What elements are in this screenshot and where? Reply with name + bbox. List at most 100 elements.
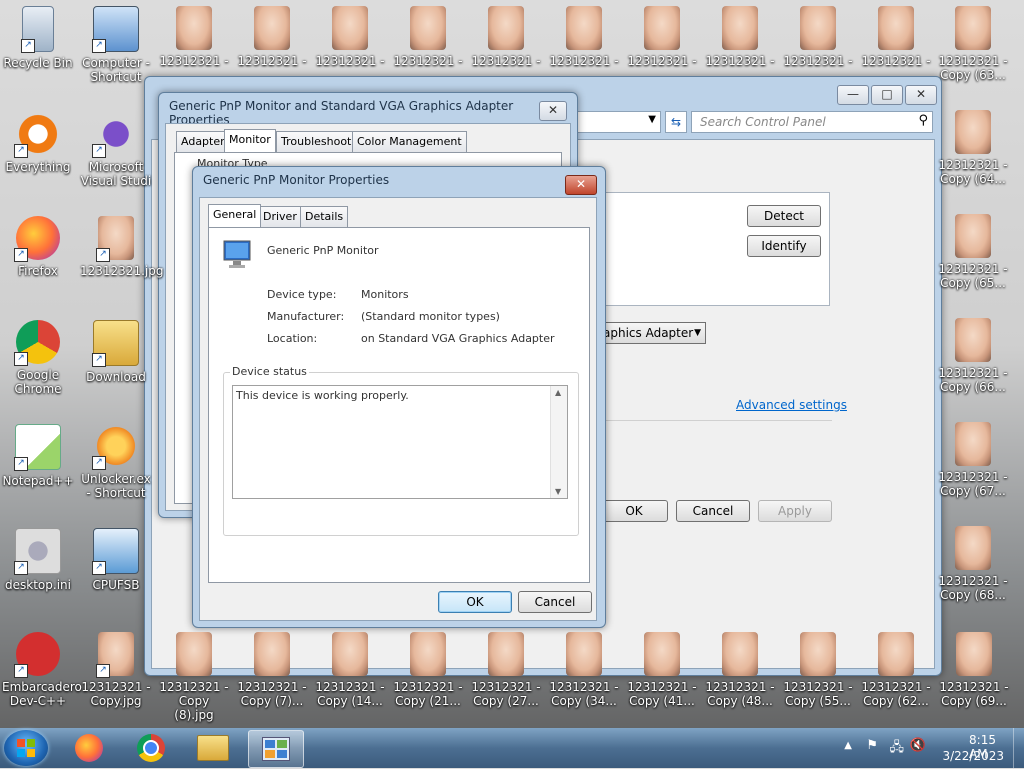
- close-button[interactable]: ✕: [565, 175, 597, 195]
- desktop-icon[interactable]: 12312321 - Copy (67...: [937, 422, 1009, 498]
- clock-date[interactable]: 3/22/2023: [942, 749, 1004, 763]
- desktop-icon-label: 12312321 - Copy (7)...: [237, 680, 307, 708]
- action-center-icon[interactable]: ⚑: [866, 738, 878, 753]
- scroll-down-icon[interactable]: ▼: [555, 487, 561, 496]
- taskbar-explorer-icon[interactable]: [186, 730, 240, 766]
- unlocker-icon: ↗: [92, 424, 138, 470]
- desktop-icon[interactable]: 12312321 - Copy (69...: [938, 632, 1010, 708]
- tab-troubleshoot[interactable]: Troubleshoot: [276, 131, 357, 152]
- desktop-icon[interactable]: 12312321 -: [704, 6, 776, 68]
- desktop-icon[interactable]: ↗ CPUFSB: [80, 528, 152, 592]
- show-hidden-icons-icon[interactable]: ▲: [844, 740, 852, 751]
- desktop-icon[interactable]: 12312321 -: [236, 6, 308, 68]
- tab-adapter[interactable]: Adapter: [176, 131, 230, 152]
- desktop-icon[interactable]: 12312321 - Copy (68...: [937, 526, 1009, 602]
- desktop-icon[interactable]: ↗ Computer - Shortcut: [80, 6, 152, 84]
- desktop-icon[interactable]: 12312321 - Copy (14...: [314, 632, 386, 708]
- desktop-icon[interactable]: 12312321 -: [158, 6, 230, 68]
- desktop-icon[interactable]: 12312321 - Copy (27...: [470, 632, 542, 708]
- desktop-icon[interactable]: 12312321 - Copy (7)...: [236, 632, 308, 708]
- device-status-textbox[interactable]: This device is working properly. ▲ ▼: [232, 385, 568, 499]
- advanced-settings-link[interactable]: Advanced settings: [736, 398, 847, 412]
- desktop-icon[interactable]: ↗ 12312321.jpg: [80, 216, 163, 278]
- photo-icon: [332, 632, 368, 676]
- desktop-icon[interactable]: 12312321 - Copy (21...: [392, 632, 464, 708]
- desktop-icon[interactable]: 12312321 - Copy (62...: [860, 632, 932, 708]
- desktop-icon-label: 12312321 - Copy (63...: [938, 54, 1008, 82]
- desktop-icon[interactable]: 12312321 -: [782, 6, 854, 68]
- desktop-icon[interactable]: ↗ 12312321 - Copy.jpg: [80, 632, 152, 708]
- search-input[interactable]: Search Control Panel ⚲: [691, 111, 933, 133]
- detect-button[interactable]: Detect: [747, 205, 821, 227]
- desktop-icon[interactable]: 12312321 - Copy (63...: [937, 6, 1009, 82]
- monitor-dialog-body: General Driver Details Generic PnP Monit…: [199, 197, 597, 621]
- desktop-icon[interactable]: 12312321 -: [314, 6, 386, 68]
- desktop-icon[interactable]: 12312321 - Copy (64...: [937, 110, 1009, 186]
- desktop-icon[interactable]: 12312321 - Copy (8).jpg: [158, 632, 230, 722]
- desktop-icon[interactable]: ↗ Embarcadero Dev-C++: [2, 632, 82, 708]
- photo-icon: [955, 110, 991, 154]
- adapter-dropdown[interactable]: aphics Adapter ▼: [600, 322, 706, 344]
- desktop-icon[interactable]: ↗ Download: [80, 320, 152, 384]
- desktop-icon[interactable]: ↗ Everything: [2, 112, 74, 174]
- desktop-icon[interactable]: ↗ Unlocker.ex - Shortcut: [80, 424, 152, 500]
- identify-button[interactable]: Identify: [747, 235, 821, 257]
- desktop-icon[interactable]: ↗ Recycle Bin: [2, 6, 74, 70]
- desktop-icon[interactable]: 12312321 -: [392, 6, 464, 68]
- desktop-icon-label: 12312321 - Copy (41...: [627, 680, 697, 708]
- general-tab-panel: Generic PnP Monitor Device type: Monitor…: [208, 227, 590, 583]
- show-desktop-button[interactable]: [1013, 728, 1024, 768]
- desktop-icon[interactable]: 12312321 -: [860, 6, 932, 68]
- desktop-icon[interactable]: ↗ Microsoft Visual Studi: [80, 112, 152, 188]
- desktop-icon[interactable]: 12312321 - Copy (34...: [548, 632, 620, 708]
- desktop-icon-label: Microsoft Visual Studi: [80, 160, 152, 188]
- minimize-button[interactable]: —: [837, 85, 869, 105]
- tab-monitor[interactable]: Monitor: [224, 129, 276, 152]
- desktop-icon[interactable]: 12312321 - Copy (65...: [937, 214, 1009, 290]
- desktop-icon[interactable]: ↗ desktop.ini: [2, 528, 74, 592]
- desktop-icon[interactable]: 12312321 - Copy (41...: [626, 632, 698, 708]
- close-button[interactable]: ✕: [539, 101, 567, 121]
- desktop-icon[interactable]: 12312321 - Copy (48...: [704, 632, 776, 708]
- desktop-icon[interactable]: 12312321 - Copy (66...: [937, 318, 1009, 394]
- folder-icon: ↗: [92, 320, 139, 367]
- search-icon[interactable]: ⚲: [918, 113, 928, 128]
- photo-icon: [566, 632, 602, 676]
- desktop-icon-label: Google Chrome: [14, 368, 62, 396]
- desktop-icon[interactable]: 12312321 - Copy (55...: [782, 632, 854, 708]
- ok-button[interactable]: OK: [438, 591, 512, 613]
- desktop-icon[interactable]: 12312321 -: [626, 6, 698, 68]
- desktop-icon[interactable]: ↗ Firefox: [2, 216, 74, 278]
- cancel-button[interactable]: Cancel: [518, 591, 592, 613]
- address-bar[interactable]: ▼: [575, 111, 661, 133]
- scrollbar[interactable]: ▲ ▼: [550, 386, 567, 498]
- desktop-icon[interactable]: ↗ Google Chrome: [2, 320, 74, 396]
- tab-details[interactable]: Details: [300, 206, 349, 227]
- desktop-icon[interactable]: 12312321 -: [548, 6, 620, 68]
- shortcut-arrow-icon: ↗: [14, 561, 28, 575]
- refresh-icon[interactable]: ⇆: [665, 111, 687, 133]
- manufacturer-label: Manufacturer:: [267, 310, 345, 323]
- apply-button[interactable]: Apply: [758, 500, 832, 522]
- desktop-icon[interactable]: 12312321 -: [470, 6, 542, 68]
- network-icon[interactable]: 🖧: [890, 738, 905, 760]
- tab-color-management[interactable]: Color Management: [352, 131, 467, 152]
- dialog-title: Generic PnP Monitor Properties: [203, 173, 390, 187]
- ok-button[interactable]: OK: [600, 500, 668, 522]
- tab-general[interactable]: General: [208, 204, 262, 227]
- cancel-button[interactable]: Cancel: [676, 500, 750, 522]
- desktop-icon-label: 12312321 - Copy (68...: [938, 574, 1008, 602]
- tab-driver[interactable]: Driver: [258, 206, 302, 227]
- scroll-up-icon[interactable]: ▲: [555, 388, 561, 397]
- photo-icon: [955, 318, 991, 362]
- taskbar-control-panel-icon[interactable]: [248, 730, 304, 768]
- taskbar-firefox-icon[interactable]: [62, 730, 116, 766]
- shortcut-arrow-icon: ↗: [96, 664, 110, 678]
- taskbar-chrome-icon[interactable]: [124, 730, 178, 766]
- close-button[interactable]: ✕: [905, 85, 937, 105]
- desktop-icon[interactable]: ↗ Notepad++: [2, 424, 74, 488]
- maximize-button[interactable]: □: [871, 85, 903, 105]
- start-button[interactable]: [4, 730, 48, 766]
- volume-muted-icon[interactable]: 🔇: [910, 738, 926, 753]
- chevron-down-icon[interactable]: ▼: [648, 114, 656, 125]
